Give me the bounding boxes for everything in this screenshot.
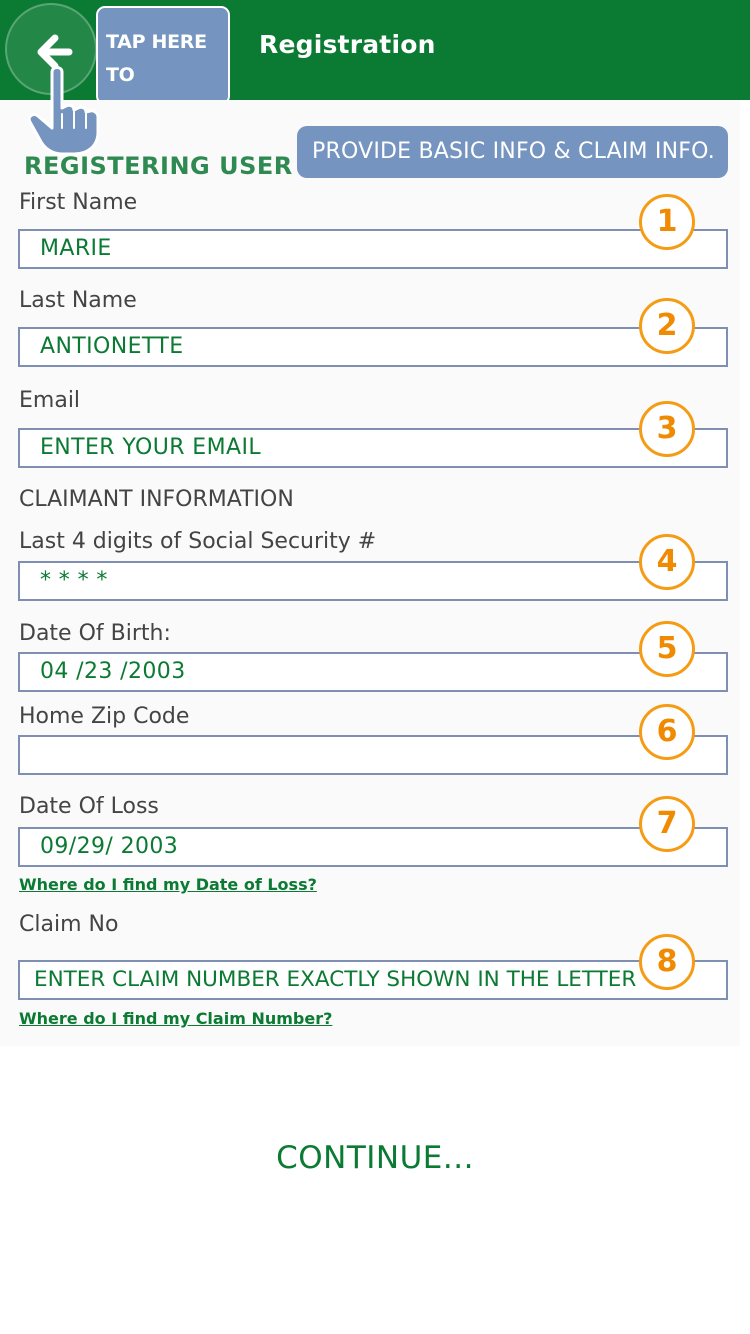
dob-field[interactable]: 04 /23 /2003: [18, 652, 728, 692]
last-name-label: Last Name: [19, 288, 137, 313]
info-callout: PROVIDE BASIC INFO & CLAIM INFO.: [297, 126, 728, 178]
claim-number-help-link[interactable]: Where do I find my Claim Number?: [19, 1009, 332, 1028]
first-name-field[interactable]: MARIE: [18, 229, 728, 269]
ssn-label: Last 4 digits of Social Security #: [19, 529, 377, 554]
step-badge-8: 8: [639, 934, 695, 990]
section-title: REGISTERING USER: [24, 152, 293, 180]
step-badge-7: 7: [639, 796, 695, 852]
last-name-field[interactable]: ANTIONETTE: [18, 327, 728, 367]
step-badge-3: 3: [639, 401, 695, 457]
claim-no-label: Claim No: [19, 912, 119, 937]
dol-field[interactable]: 09/29/ 2003: [18, 827, 728, 867]
email-label: Email: [19, 388, 81, 413]
zip-label: Home Zip Code: [19, 704, 190, 729]
claim-no-field[interactable]: ENTER CLAIM NUMBER EXACTLY SHOWN IN THE …: [18, 960, 728, 1000]
pointing-hand-icon: [27, 66, 100, 156]
page-title: Registration: [259, 30, 436, 59]
ssn-field[interactable]: * * * *: [18, 561, 728, 601]
step-badge-4: 4: [639, 534, 695, 590]
claimant-section-title: CLAIMANT INFORMATION: [19, 487, 294, 512]
step-badge-1: 1: [639, 194, 695, 250]
step-badge-2: 2: [639, 298, 695, 354]
step-badge-6: 6: [639, 704, 695, 760]
step-badge-5: 5: [639, 621, 695, 677]
first-name-label: First Name: [19, 190, 138, 215]
continue-button[interactable]: CONTINUE...: [0, 1140, 750, 1176]
dol-label: Date Of Loss: [19, 794, 159, 819]
back-hint-line-1: TAP HERE TO: [106, 31, 207, 86]
back-hint-callout: TAP HERE TO GO BACK: [96, 6, 230, 119]
date-of-loss-help-link[interactable]: Where do I find my Date of Loss?: [19, 875, 317, 894]
dob-label: Date Of Birth:: [19, 621, 171, 646]
zip-field[interactable]: [18, 735, 728, 775]
email-field[interactable]: ENTER YOUR EMAIL: [18, 428, 728, 468]
